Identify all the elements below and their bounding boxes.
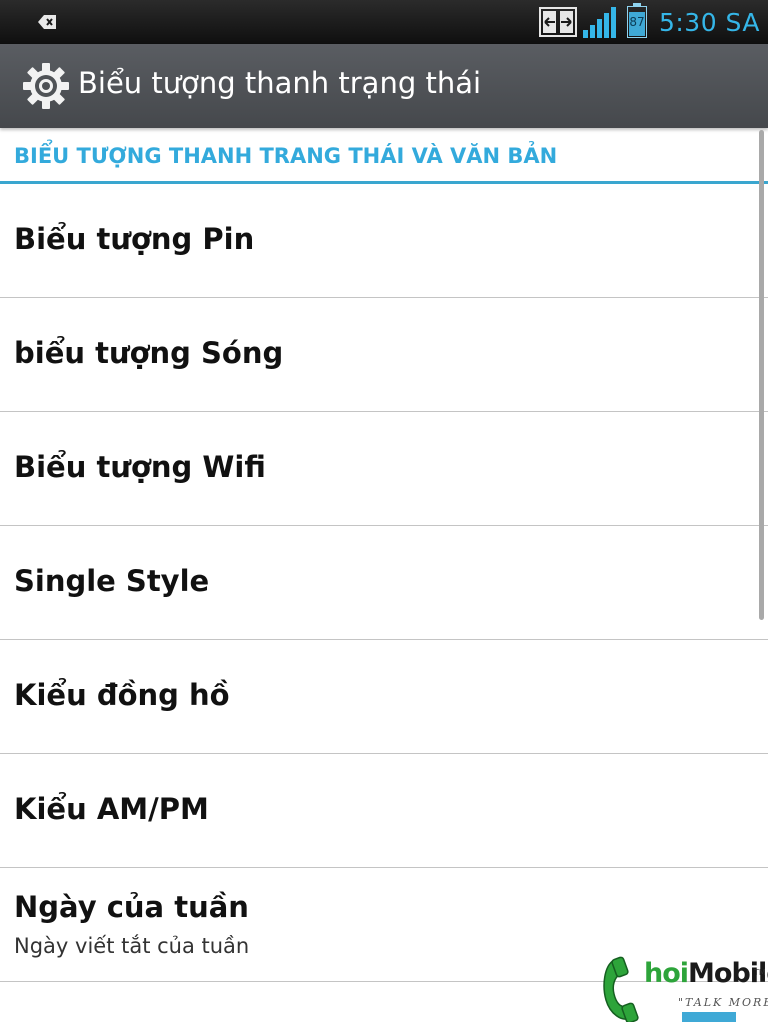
list-item-ampm-style[interactable]: Kiểu AM/PM (0, 754, 768, 868)
watermark-tagline: "TALK MORE" (678, 996, 768, 1009)
action-bar: Biểu tượng thanh trạng thái (0, 44, 768, 128)
list-item-clock-style[interactable]: Kiểu đồng hồ (0, 640, 768, 754)
dismiss-back-icon[interactable] (38, 13, 58, 31)
battery-icon: 87 (626, 3, 647, 38)
scrollbar[interactable] (759, 130, 764, 620)
list-item-summary: Ngày viết tắt của tuần (14, 934, 250, 958)
battery-level: 87 (629, 15, 645, 29)
settings-list: Biểu tượng Pin biểu tượng Sóng Biểu tượn… (0, 184, 768, 982)
list-item-title: Ngày của tuần (14, 890, 249, 924)
screen-mirroring-icon (538, 7, 577, 37)
status-clock: 5:30 SA (658, 7, 760, 37)
watermark-wordmark: hoiMobile (644, 958, 768, 989)
list-item-title: biểu tượng Sóng (14, 336, 284, 370)
status-icons: 87 5:30 SA (533, 0, 760, 44)
list-item-battery-icon[interactable]: Biểu tượng Pin (0, 184, 768, 298)
watermark-trademark: TM (754, 968, 766, 977)
list-item-title: Biểu tượng Wifi (14, 450, 266, 484)
signal-strength-icon (582, 7, 616, 38)
phone-handset-logo (603, 956, 639, 1022)
list-item-title: Biểu tượng Pin (14, 222, 255, 256)
list-item-title: Kiểu đồng hồ (14, 678, 230, 712)
list-item-title: Single Style (14, 564, 210, 598)
section-header: BIỂU TƯỢNG THANH TRANG THÁI VÀ VĂN BẢN (0, 128, 768, 184)
list-item-single-style[interactable]: Single Style (0, 526, 768, 640)
list-item-title: Kiểu AM/PM (14, 792, 209, 826)
page-title: Biểu tượng thanh trạng thái (78, 66, 482, 100)
settings-gear-icon (23, 63, 69, 109)
list-item-signal-icon[interactable]: biểu tượng Sóng (0, 298, 768, 412)
status-bar: 87 5:30 SA (0, 0, 768, 44)
section-header-label: BIỂU TƯỢNG THANH TRANG THÁI VÀ VĂN BẢN (14, 144, 558, 168)
watermark-logo: hoiMobile TM "TALK MORE" (600, 956, 768, 1022)
watermark-bar (682, 1012, 736, 1022)
list-item-wifi-icon[interactable]: Biểu tượng Wifi (0, 412, 768, 526)
